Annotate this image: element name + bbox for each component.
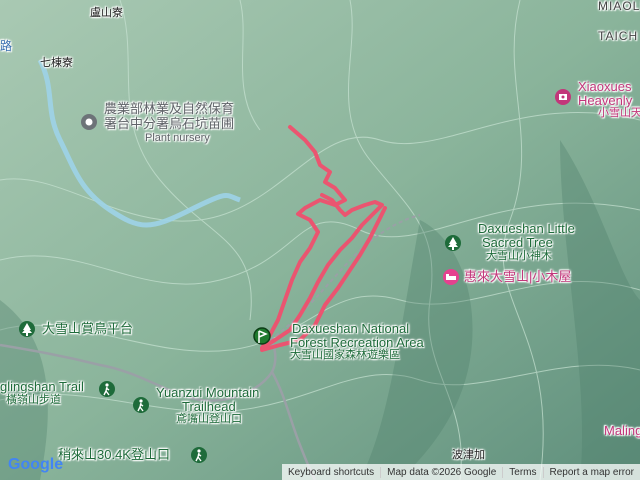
google-logo: Google <box>8 456 63 474</box>
poi-yuanzui-zh[interactable]: 鳶嘴山登山口 <box>176 413 242 426</box>
map-data-text: Map data ©2026 Google <box>380 466 502 478</box>
hiker-icon-lingling[interactable] <box>98 380 116 403</box>
google-logo-text: Google <box>8 456 64 473</box>
poi-birding[interactable]: 大雪山賞鳥平台 <box>42 322 133 336</box>
bed-icon[interactable] <box>442 268 460 291</box>
circle-dot-icon[interactable] <box>80 113 98 136</box>
poi-recarea-zh[interactable]: 大雪山國家森林遊樂區 <box>290 349 400 362</box>
poi-xiaoxue-en2[interactable]: Heavenly <box>578 94 632 108</box>
poi-cabin[interactable]: 惠來大雪山|小木屋 <box>464 270 571 284</box>
poi-recarea-en1[interactable]: Daxueshan National <box>292 322 409 336</box>
poi-yuanzui-en2[interactable]: Trailhead <box>182 400 236 414</box>
place-qidongliao: 七棟寮 <box>40 57 73 69</box>
attribution-bar: Keyboard shortcuts Map data ©2026 Google… <box>281 464 640 480</box>
poi-sacred-en1[interactable]: Daxueshan Little <box>478 222 575 236</box>
tree-icon-birding[interactable] <box>18 320 36 343</box>
tree-icon[interactable] <box>444 234 462 257</box>
poi-sacred-en2[interactable]: Sacred Tree <box>482 236 553 250</box>
poi-xiaoxue-zh[interactable]: 小雪山天 <box>598 107 640 120</box>
place-edge: 路 <box>0 39 13 53</box>
poi-sacred-zh[interactable]: 大雪山小神木 <box>486 250 552 263</box>
place-lushanliao: 盧山寮 <box>90 7 123 19</box>
place-miaoli: MIAOLI <box>598 0 640 13</box>
photo-icon[interactable] <box>554 88 572 111</box>
poi-maling[interactable]: Maling <box>604 424 640 438</box>
poi-lingling-zh[interactable]: 橫嶺山步道 <box>6 394 61 407</box>
poi-yuanzui-en1[interactable]: Yuanzui Mountain <box>156 386 259 400</box>
poi-nursery-en[interactable]: Plant nursery <box>145 132 210 145</box>
terms-link[interactable]: Terms <box>502 466 542 478</box>
place-bojin: 波津加 <box>452 449 485 461</box>
hiker-icon-shaolai[interactable] <box>190 446 208 469</box>
poi-lingling-en[interactable]: glingshan Trail <box>0 380 84 394</box>
place-taichung: TAICH <box>598 29 639 43</box>
hiker-icon-yuanzui[interactable] <box>132 396 150 419</box>
poi-nursery-zh1[interactable]: 農業部林業及自然保育 <box>104 102 234 116</box>
keyboard-shortcuts-link[interactable]: Keyboard shortcuts <box>282 467 380 478</box>
poi-recarea-en2[interactable]: Forest Recreation Area <box>290 336 424 350</box>
poi-xiaoxue-en1[interactable]: Xiaoxues <box>578 80 631 94</box>
poi-nursery-zh2[interactable]: 署台中分署烏石坑苗圃 <box>104 117 234 131</box>
start-marker[interactable] <box>253 327 271 345</box>
report-error-link[interactable]: Report a map error <box>542 466 640 478</box>
poi-shaolai[interactable]: 稍來山30.4K登山口 <box>58 448 170 462</box>
